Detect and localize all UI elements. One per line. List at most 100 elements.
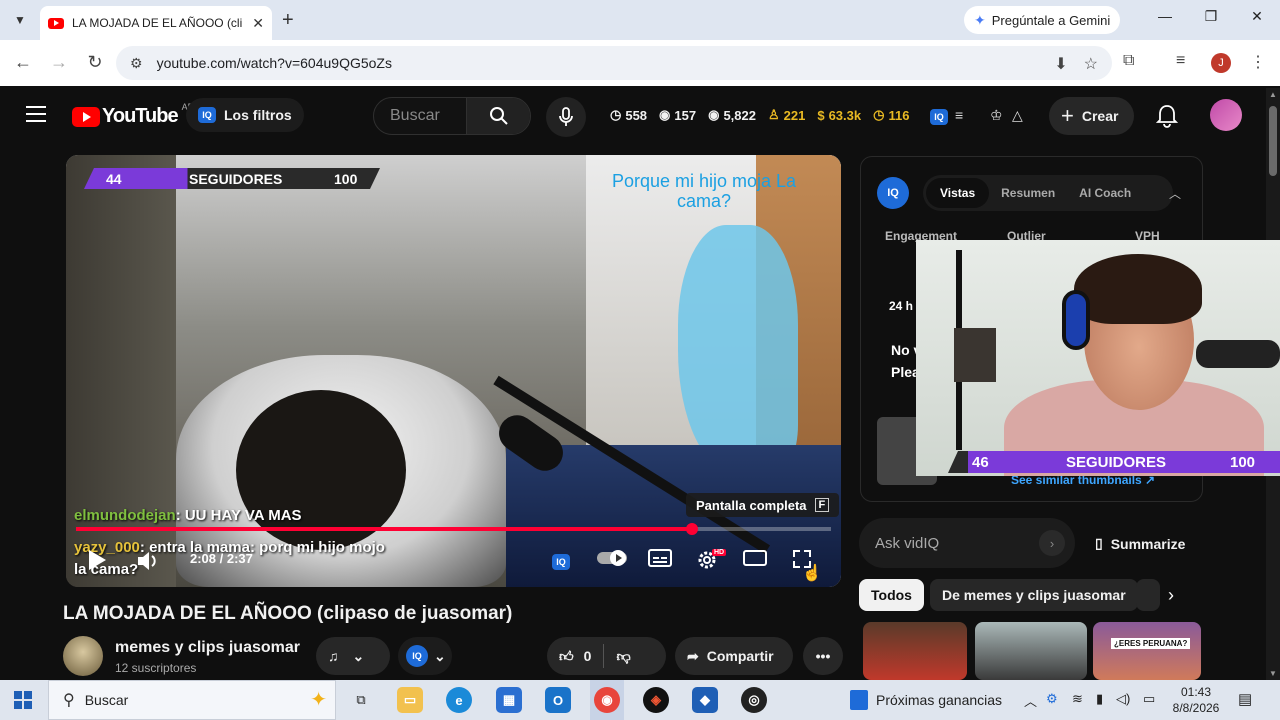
subtitles-button[interactable] <box>648 549 672 572</box>
minimize-button[interactable]: — <box>1150 8 1180 24</box>
vidiq-logo-icon[interactable]: IQ <box>930 107 956 125</box>
install-app-icon[interactable]: ⬇ <box>1054 54 1067 74</box>
channel-avatar[interactable] <box>63 636 103 676</box>
stat-views-total[interactable]: ◉ 5,822 <box>708 107 756 123</box>
more-actions-button[interactable]: ••• <box>803 637 843 675</box>
scroll-up-icon[interactable]: ▲ <box>1269 90 1277 99</box>
notification-center-icon[interactable]: ▤ <box>1238 690 1252 708</box>
progress-bar[interactable] <box>76 523 831 535</box>
new-tab-button[interactable]: + <box>282 9 294 32</box>
ask-vidiq-input[interactable]: Ask vidIQ › <box>859 518 1075 568</box>
vidiq-menu-icon[interactable]: ≡ <box>955 107 963 123</box>
vidiq-channel-button[interactable]: IQ ⌄ <box>398 637 452 675</box>
tray-overflow-icon[interactable]: ︿ <box>1024 691 1037 710</box>
stat-subscribers[interactable]: ♙ 221 <box>768 107 805 123</box>
wifi-icon[interactable]: ≋ <box>1072 691 1083 707</box>
tab-close-icon[interactable]: ✕ <box>252 15 264 32</box>
filters-button[interactable]: IQ Los filtros <box>186 98 304 132</box>
chrome-menu-icon[interactable]: ⋮ <box>1250 52 1266 72</box>
trophy-icon[interactable]: ♔ <box>990 107 1003 124</box>
reload-icon[interactable]: ↻ <box>84 52 106 73</box>
task-view-icon[interactable]: ⧉ <box>348 687 374 713</box>
extensions-icon[interactable]: ⧉ <box>1123 52 1134 70</box>
chip-todos[interactable]: Todos <box>859 579 924 611</box>
webcam-background-poster <box>954 328 996 382</box>
share-button[interactable]: ➦ Compartir <box>675 637 793 675</box>
restore-button[interactable]: ❐ <box>1196 8 1226 25</box>
vidiq-player-icon[interactable]: IQ <box>552 549 570 570</box>
tab-ai-coach[interactable]: AI Coach <box>1067 186 1143 200</box>
speaker-icon[interactable]: ◁) <box>1116 691 1130 707</box>
game-app-icon[interactable]: ◈ <box>643 687 669 713</box>
theater-mode-button[interactable] <box>743 549 767 572</box>
media-control-icon[interactable]: ≡ <box>1176 52 1185 70</box>
notifications-button[interactable] <box>1155 104 1179 133</box>
menu-hamburger-icon[interactable] <box>26 106 46 122</box>
period-label[interactable]: 24 h <box>889 299 913 313</box>
tab-search-button[interactable]: ▼ <box>8 8 32 32</box>
stat-hours[interactable]: ◷ 116 <box>873 107 909 123</box>
microphone-icon[interactable]: ▮ <box>1096 691 1103 707</box>
related-video-thumbnail[interactable] <box>975 622 1087 680</box>
chevron-right-icon[interactable]: › <box>1168 585 1174 606</box>
tab-resumen[interactable]: Resumen <box>989 186 1067 200</box>
dislike-button[interactable]: 👎︎ <box>616 648 630 665</box>
vidiq-bell-icon[interactable]: △ <box>1012 107 1023 124</box>
video-player[interactable]: 44 SEGUIDORES 100 Porque mi hijo moja La… <box>66 155 841 587</box>
outlook-icon[interactable]: O <box>545 687 571 713</box>
stat-watch-time[interactable]: ◷ 558 <box>610 107 647 123</box>
widget-news[interactable]: Próximas ganancias <box>850 690 1002 710</box>
like-button[interactable]: 👍︎ 0 <box>559 648 591 665</box>
chip-channel[interactable]: De memes y clips juasomar <box>930 579 1138 611</box>
edge-browser-icon[interactable]: e <box>446 687 472 713</box>
obs-icon[interactable]: ◎ <box>741 687 767 713</box>
related-video-thumbnail[interactable] <box>863 622 967 680</box>
summarize-button[interactable]: ▯ Summarize <box>1095 535 1185 552</box>
profile-avatar[interactable]: J <box>1211 53 1231 73</box>
taskbar-search[interactable]: ⚲ Buscar ✦ <box>48 680 336 720</box>
store-icon[interactable]: ▦ <box>496 687 522 713</box>
related-video-thumbnail[interactable]: ¿ERES PERUANA? <box>1093 622 1201 680</box>
stat-earnings[interactable]: $63.3k <box>817 107 861 123</box>
bookmark-star-icon[interactable]: ☆ <box>1084 54 1098 74</box>
voice-search-button[interactable] <box>546 97 586 137</box>
site-info-icon[interactable]: ⚙ <box>130 55 143 72</box>
browser-tab-active[interactable]: LA MOJADA DE EL AÑOOO (clip ✕ <box>40 6 272 40</box>
theater-icon <box>743 550 767 566</box>
user-avatar[interactable] <box>1210 99 1242 131</box>
file-explorer-icon[interactable]: ▭ <box>397 687 423 713</box>
gemini-button[interactable]: ✦ Pregúntale a Gemini <box>964 6 1121 34</box>
defender-icon[interactable]: ◆ <box>692 687 718 713</box>
create-button[interactable]: + Crear <box>1049 97 1135 135</box>
channel-name[interactable]: memes y clips juasomar <box>115 639 300 657</box>
search-button[interactable] <box>466 98 530 134</box>
autoplay-toggle[interactable] <box>596 549 628 572</box>
autoplay-toggle-icon <box>597 550 627 566</box>
collapse-chevron-icon[interactable]: ︿ <box>1169 185 1181 202</box>
address-bar[interactable]: ⚙ youtube.com/watch?v=604u9QG5oZs ⬇ ☆ <box>116 46 1112 80</box>
close-window-button[interactable]: ✕ <box>1242 8 1272 25</box>
windows-start-icon[interactable] <box>14 691 32 709</box>
forward-arrow-icon[interactable]: → <box>48 52 70 73</box>
taskbar-clock[interactable]: 01:43 8/8/2026 <box>1168 684 1224 716</box>
volume-button[interactable] <box>136 550 160 577</box>
scroll-down-icon[interactable]: ▼ <box>1269 669 1277 678</box>
back-arrow-icon[interactable]: ← <box>12 52 34 73</box>
search-box[interactable]: Buscar <box>373 97 531 135</box>
chevron-right-icon[interactable]: › <box>1039 530 1065 556</box>
chip-partial[interactable] <box>1136 579 1160 611</box>
battery-icon[interactable]: ▭ <box>1143 691 1155 707</box>
tab-title: LA MOJADA DE EL AÑOOO (clip <box>72 16 242 30</box>
tab-vistas[interactable]: Vistas <box>926 178 990 208</box>
youtube-logo[interactable]: YouTube AR <box>72 102 194 128</box>
stat-views[interactable]: ◉ 157 <box>659 107 696 123</box>
progress-scrubber[interactable] <box>685 523 698 535</box>
subscribe-bell-button[interactable]: ♫ ⌄ <box>316 637 390 675</box>
follower-label: SEGUIDORES <box>1066 453 1167 471</box>
search-input[interactable]: Buscar <box>374 98 466 134</box>
play-button[interactable] <box>86 548 108 577</box>
tray-app-icon[interactable]: ⚙ <box>1046 691 1058 707</box>
chrome-icon[interactable]: ◉ <box>594 687 620 713</box>
browser-toolbar: ← → ↻ ⚙ youtube.com/watch?v=604u9QG5oZs … <box>0 40 1280 86</box>
scrollbar-thumb[interactable] <box>1269 106 1277 176</box>
